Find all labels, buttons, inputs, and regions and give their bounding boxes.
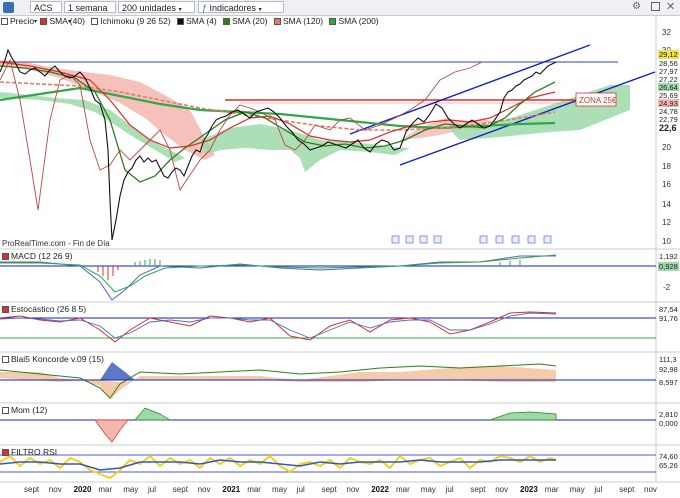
x-tick-label: mar: [544, 485, 559, 494]
y-tick: 10: [662, 237, 671, 246]
x-tick-label: mar: [98, 485, 113, 494]
macd-signal: [0, 254, 557, 293]
x-tick-label: jul: [296, 485, 305, 494]
legend-swatch: [2, 253, 9, 260]
stoch-title[interactable]: Estocástico (26 8 5): [2, 304, 86, 315]
legend-swatch: [2, 306, 9, 313]
zona-label: ZONA 25€: [579, 96, 617, 105]
x-tick-label: sept: [172, 485, 188, 494]
macd-histogram-neg: [97, 266, 119, 280]
x-tick-label: may: [123, 485, 139, 494]
x-tick-label: may: [569, 485, 585, 494]
x-tick-label: nov: [197, 485, 211, 494]
stoch-tag: 87,54: [658, 305, 679, 314]
macd-tag: 1,192: [658, 252, 679, 261]
x-tick-label: sept: [619, 485, 635, 494]
x-tick-label: sept: [24, 485, 40, 494]
x-tick-label: mar: [247, 485, 261, 494]
x-tick-label: may: [272, 485, 288, 494]
rsi-tag: 74,60: [658, 452, 679, 461]
panel-title-label: Blai5 Koncorde v.09 (15): [11, 354, 104, 364]
y-tick: 14: [662, 200, 671, 209]
stoch-k: [0, 311, 557, 343]
y-tick: 18: [662, 162, 671, 171]
x-tick-label: nov: [48, 485, 62, 494]
mom-tag: 2,810: [658, 410, 679, 419]
y-tick: 32: [662, 28, 671, 37]
x-tick-label: jul: [445, 485, 454, 494]
x-tick-label: jul: [594, 485, 603, 494]
price-tag: 22,6: [658, 123, 678, 133]
macd-y-tick: -2: [663, 283, 671, 292]
x-tick-label: 2023: [520, 485, 538, 494]
y-tick: 20: [662, 143, 671, 152]
panel-title-label: MACD (12 26 9): [11, 251, 73, 261]
legend-swatch: [2, 407, 9, 414]
stoch-tag: 91,76: [658, 314, 679, 323]
koncorde-area: [0, 366, 556, 400]
x-tick-label: sept: [321, 485, 337, 494]
mom-neg: [94, 419, 129, 443]
macd-tag: 0,928: [658, 262, 679, 271]
x-tick-label: sept: [470, 485, 486, 494]
watermark: ProRealTime.com - Fin de Día: [2, 239, 110, 248]
y-tick: 16: [662, 180, 671, 189]
blai-tag: 111,3: [658, 355, 678, 364]
panel-title-label: FILTRO RSI: [11, 447, 58, 457]
x-tick-label: nov: [644, 485, 657, 494]
blai-title[interactable]: Blai5 Koncorde v.09 (15): [2, 354, 104, 365]
rsi-title[interactable]: FILTRO RSI: [2, 447, 57, 458]
y-tick: 12: [662, 218, 671, 227]
blai-tag: 92,98: [658, 365, 679, 374]
rsi-line: [0, 454, 557, 480]
price-tag-last: 29,12: [658, 50, 679, 59]
panel-title-label: Estocástico (26 8 5): [11, 304, 87, 314]
mom-title[interactable]: Mom (12): [2, 405, 47, 416]
cloud-green-2: [200, 124, 410, 172]
x-tick-label: jul: [148, 485, 157, 494]
dividend-markers: [391, 235, 552, 244]
x-tick-label: may: [420, 485, 436, 494]
macd-title[interactable]: MACD (12 26 9): [2, 251, 72, 262]
rsi-tag: 65,26: [658, 461, 679, 470]
x-tick-label: nov: [346, 485, 360, 494]
legend-swatch: [2, 449, 9, 456]
mom-tag: 0,000: [658, 419, 679, 428]
x-tick-label: mar: [396, 485, 410, 494]
x-tick-label: 2022: [371, 485, 389, 494]
x-tick-label: nov: [495, 485, 509, 494]
blai-tag: 8,597: [658, 378, 679, 387]
panel-title-label: Mom (12): [11, 405, 48, 415]
x-tick-label: 2020: [73, 485, 92, 494]
chart-canvas[interactable]: ZONA 25€ 32 30 28 26 24 22 20 18 16 14 1…: [0, 0, 680, 498]
legend-swatch: [2, 356, 9, 363]
mom-pos: [134, 407, 557, 421]
koncorde-blue: [100, 362, 135, 380]
x-tick-label: 2021: [222, 485, 241, 494]
